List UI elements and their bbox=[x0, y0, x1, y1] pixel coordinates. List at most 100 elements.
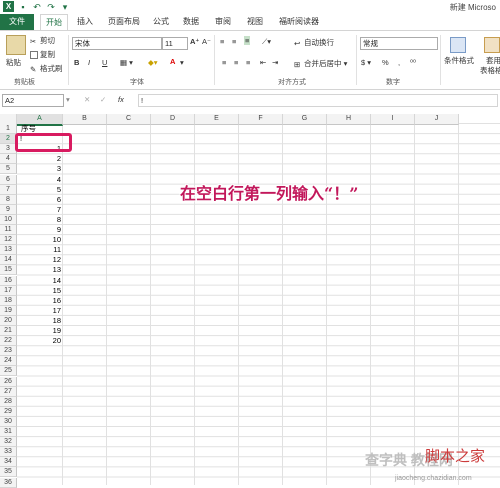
cell-a13[interactable]: 11 bbox=[17, 245, 61, 254]
font-name-select[interactable]: 宋体 bbox=[72, 37, 162, 50]
row-header-35[interactable]: 35 bbox=[0, 467, 17, 478]
row-header-16[interactable]: 16 bbox=[0, 275, 17, 286]
table-format-icon[interactable] bbox=[484, 37, 500, 53]
column-header-g[interactable]: G bbox=[283, 114, 327, 125]
cell-a20[interactable]: 18 bbox=[17, 316, 61, 325]
row-header-33[interactable]: 33 bbox=[0, 447, 17, 458]
tab-review[interactable]: 审阅 bbox=[212, 14, 234, 30]
column-header-f[interactable]: F bbox=[239, 114, 283, 125]
row-header-23[interactable]: 23 bbox=[0, 346, 17, 357]
confirm-entry-icon[interactable]: ✓ bbox=[100, 95, 106, 104]
cell-a19[interactable]: 17 bbox=[17, 306, 61, 315]
cell-a1[interactable]: 序号 bbox=[17, 124, 61, 133]
row-header-1[interactable]: 1 bbox=[0, 124, 17, 135]
grow-font-icon[interactable]: A⁺ bbox=[190, 37, 199, 46]
comma-button[interactable]: , bbox=[398, 58, 400, 67]
tab-formulas[interactable]: 公式 bbox=[150, 14, 172, 30]
font-color-dropdown-icon[interactable]: ▾ bbox=[180, 58, 184, 67]
align-bottom-icon[interactable]: ≡ bbox=[244, 36, 251, 45]
font-size-select[interactable]: 11 bbox=[162, 37, 188, 50]
row-header-6[interactable]: 6 bbox=[0, 174, 17, 185]
cell-a10[interactable]: 8 bbox=[17, 215, 61, 224]
borders-icon[interactable]: ▦ ▾ bbox=[120, 58, 133, 67]
cell-a8[interactable]: 6 bbox=[17, 195, 61, 204]
tab-foxit-reader[interactable]: 福昕阅读器 bbox=[274, 14, 324, 30]
row-header-26[interactable]: 26 bbox=[0, 376, 17, 387]
decimal-icon[interactable]: ⁰⁰ bbox=[410, 58, 416, 67]
row-header-20[interactable]: 20 bbox=[0, 315, 17, 326]
cell-a18[interactable]: 16 bbox=[17, 296, 61, 305]
fill-color-icon[interactable]: ◆▾ bbox=[148, 58, 158, 67]
row-header-19[interactable]: 19 bbox=[0, 305, 17, 316]
column-header-e[interactable]: E bbox=[195, 114, 239, 125]
cell-a6[interactable]: 4 bbox=[17, 175, 61, 184]
row-header-7[interactable]: 7 bbox=[0, 184, 17, 195]
align-top-icon[interactable]: ≡ bbox=[220, 37, 224, 46]
cell-a14[interactable]: 12 bbox=[17, 255, 61, 264]
indent-decrease-icon[interactable]: ⇤ bbox=[260, 58, 266, 67]
cell-a17[interactable]: 15 bbox=[17, 286, 61, 295]
cell-a7[interactable]: 5 bbox=[17, 185, 61, 194]
shrink-font-icon[interactable]: A⁻ bbox=[202, 37, 211, 46]
row-header-22[interactable]: 22 bbox=[0, 336, 17, 347]
name-box[interactable]: A2 bbox=[2, 94, 64, 107]
paste-button[interactable]: 粘贴 bbox=[6, 57, 21, 68]
tab-file[interactable]: 文件 bbox=[0, 14, 34, 30]
row-header-17[interactable]: 17 bbox=[0, 285, 17, 296]
insert-function-button[interactable]: fx bbox=[118, 95, 124, 104]
orientation-icon[interactable]: ⟋▾ bbox=[262, 37, 271, 47]
row-header-5[interactable]: 5 bbox=[0, 164, 17, 175]
column-header-c[interactable]: C bbox=[107, 114, 151, 125]
wrap-text-button[interactable]: ↩ 自动换行 bbox=[294, 37, 334, 48]
cell-a5[interactable]: 3 bbox=[17, 164, 61, 173]
row-header-36[interactable]: 36 bbox=[0, 477, 17, 488]
row-header-8[interactable]: 8 bbox=[0, 194, 17, 205]
column-header-h[interactable]: H bbox=[327, 114, 371, 125]
copy-button[interactable]: 复制 bbox=[30, 49, 55, 60]
align-center-icon[interactable]: ≡ bbox=[234, 58, 238, 67]
currency-icon[interactable]: $ ▾ bbox=[361, 58, 371, 67]
tab-data[interactable]: 数据 bbox=[180, 14, 202, 30]
tab-insert[interactable]: 插入 bbox=[74, 14, 96, 30]
cancel-entry-icon[interactable]: ✕ bbox=[84, 95, 90, 104]
redo-icon[interactable]: ↷ bbox=[46, 2, 56, 12]
row-header-9[interactable]: 9 bbox=[0, 204, 17, 215]
column-header-d[interactable]: D bbox=[151, 114, 195, 125]
row-header-30[interactable]: 30 bbox=[0, 416, 17, 427]
row-header-15[interactable]: 15 bbox=[0, 265, 17, 276]
cell-a15[interactable]: 13 bbox=[17, 265, 61, 274]
paste-icon[interactable] bbox=[6, 35, 26, 55]
row-header-34[interactable]: 34 bbox=[0, 457, 17, 468]
row-header-29[interactable]: 29 bbox=[0, 406, 17, 417]
conditional-format-button[interactable]: 条件格式 bbox=[444, 55, 474, 66]
column-header-j[interactable]: J bbox=[415, 114, 459, 125]
row-header-13[interactable]: 13 bbox=[0, 245, 17, 256]
percent-button[interactable]: % bbox=[382, 58, 389, 67]
cut-button[interactable]: ✂ 剪切 bbox=[30, 35, 55, 46]
row-header-12[interactable]: 12 bbox=[0, 235, 17, 246]
row-header-18[interactable]: 18 bbox=[0, 295, 17, 306]
cell-a9[interactable]: 7 bbox=[17, 205, 61, 214]
font-color-icon[interactable]: A bbox=[170, 57, 175, 66]
align-middle-icon[interactable]: ≡ bbox=[232, 37, 236, 46]
cell-a12[interactable]: 10 bbox=[17, 235, 61, 244]
cell-a11[interactable]: 9 bbox=[17, 225, 61, 234]
row-header-27[interactable]: 27 bbox=[0, 386, 17, 397]
indent-increase-icon[interactable]: ⇥ bbox=[272, 58, 278, 67]
cell-a21[interactable]: 19 bbox=[17, 326, 61, 335]
name-box-dropdown-icon[interactable]: ▾ bbox=[66, 95, 70, 104]
format-painter-button[interactable]: ✎ 格式刷 bbox=[30, 63, 63, 74]
row-header-10[interactable]: 10 bbox=[0, 214, 17, 225]
conditional-format-icon[interactable] bbox=[450, 37, 466, 53]
row-header-21[interactable]: 21 bbox=[0, 326, 17, 337]
cell-a4[interactable]: 2 bbox=[17, 154, 61, 163]
row-header-32[interactable]: 32 bbox=[0, 437, 17, 448]
tab-home[interactable]: 开始 bbox=[40, 14, 68, 30]
row-header-4[interactable]: 4 bbox=[0, 154, 17, 165]
customize-qat-icon[interactable]: ▾ bbox=[60, 2, 70, 12]
align-left-icon[interactable]: ≡ bbox=[222, 58, 226, 67]
align-right-icon[interactable]: ≡ bbox=[246, 58, 250, 67]
row-header-11[interactable]: 11 bbox=[0, 225, 17, 236]
formula-input[interactable]: ! bbox=[138, 94, 498, 107]
row-header-31[interactable]: 31 bbox=[0, 427, 17, 438]
